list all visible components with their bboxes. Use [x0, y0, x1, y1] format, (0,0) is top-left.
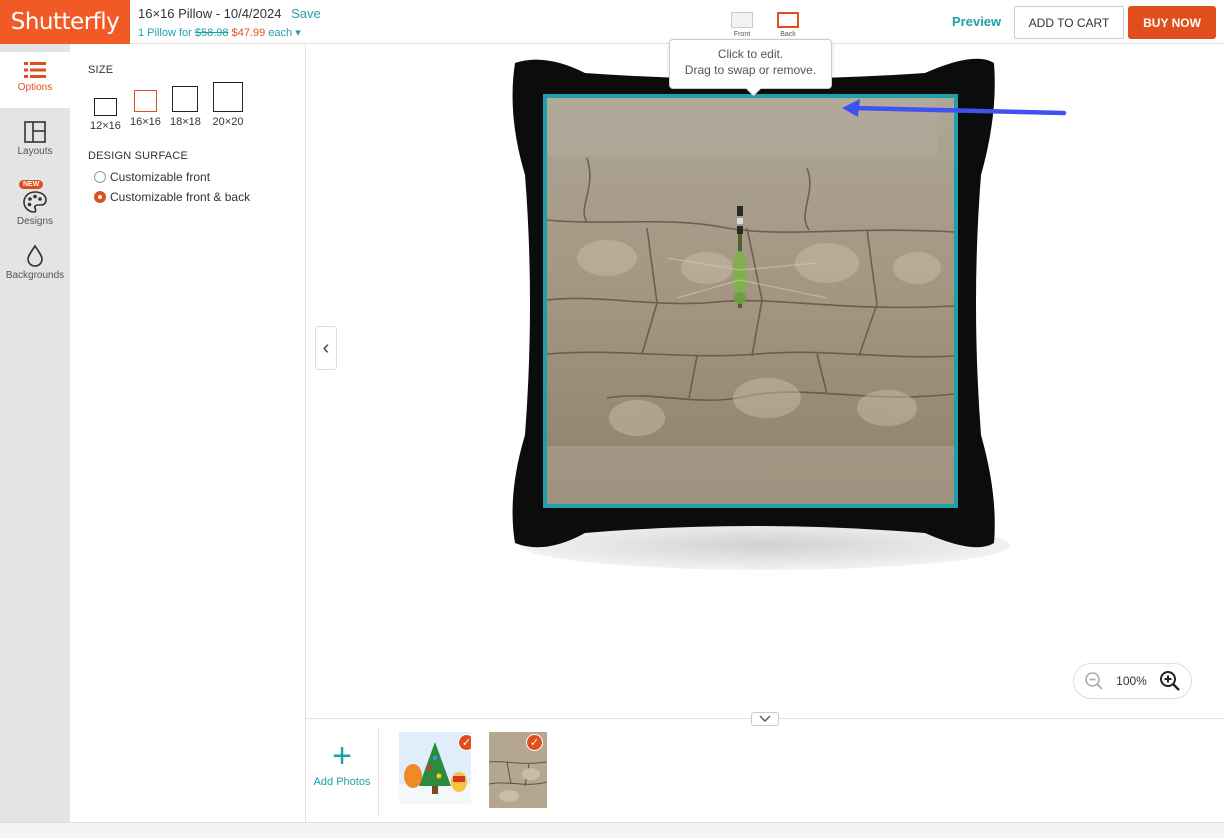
price-dropdown-icon[interactable]: ▾ [295, 27, 301, 39]
surface-label: Customizable front [110, 170, 211, 184]
zoom-in-icon[interactable] [1159, 670, 1181, 692]
zoom-control: 100% [1073, 663, 1192, 699]
size-option-20x20[interactable]: 20×20 [210, 82, 246, 128]
top-header: Shutterfly 16×16 Pillow - 10/4/2024 Save… [0, 0, 1224, 44]
size-swatch [93, 98, 117, 116]
back-label: Back [780, 31, 796, 38]
back-swatch [777, 12, 799, 28]
palette-icon [23, 191, 47, 213]
previous-page-button[interactable]: ‹ [315, 326, 337, 370]
rail-label-designs: Designs [16, 216, 54, 227]
tooltip-line-1: Click to edit. [717, 47, 784, 61]
front-swatch [731, 12, 753, 28]
photo-thumbnail[interactable]: ✓ [489, 732, 547, 808]
add-photos-button[interactable]: + Add Photos [306, 728, 379, 816]
size-swatch [172, 86, 198, 112]
project-title[interactable]: 16×16 Pillow - 10/4/2024 [138, 6, 281, 21]
size-option-12x16[interactable]: 12×16 [90, 94, 121, 132]
shutterfly-logo[interactable]: Shutterfly [0, 0, 130, 44]
list-icon [24, 62, 46, 78]
size-swatch [133, 90, 157, 112]
project-title-row: 16×16 Pillow - 10/4/2024 Save [138, 6, 321, 21]
front-side-toggle[interactable]: Front [722, 12, 762, 38]
price-qty: 1 Pillow for [138, 27, 192, 39]
radio-button-checked[interactable] [94, 191, 106, 203]
tooltip-line-2: Drag to swap or remove. [684, 63, 817, 77]
zoom-level: 100% [1116, 674, 1147, 688]
rail-label-backgrounds: Backgrounds [5, 270, 65, 281]
window-bottom-edge [0, 822, 1224, 838]
design-surface-heading: DESIGN SURFACE [88, 150, 188, 162]
size-label: 18×18 [170, 116, 201, 128]
rail-item-backgrounds[interactable]: Backgrounds [0, 244, 70, 290]
pillow-photo-slot[interactable] [543, 94, 958, 508]
rail-item-layouts[interactable]: Layouts [0, 120, 70, 164]
dragonfly-photo [547, 98, 954, 504]
annotation-arrow-icon [842, 99, 1067, 117]
save-link[interactable]: Save [291, 6, 321, 21]
add-to-cart-button[interactable]: ADD TO CART [1014, 6, 1124, 39]
price-old: $58.98 [194, 27, 229, 39]
surface-option-front-back[interactable]: Customizable front & back [94, 190, 250, 204]
options-panel: SIZE 12×16 16×16 18×18 20×20 DESIGN SURF… [70, 44, 306, 822]
surface-label: Customizable front & back [110, 190, 251, 204]
selected-check-icon: ✓ [458, 734, 471, 751]
radio-button[interactable] [94, 171, 106, 183]
tray-collapse-toggle[interactable] [751, 712, 779, 726]
left-tool-rail: Options Layouts NEW Designs Backgrounds [0, 44, 70, 822]
plus-icon: + [332, 737, 352, 775]
size-heading: SIZE [88, 64, 114, 76]
zoom-out-icon[interactable] [1084, 671, 1104, 691]
new-badge: NEW [19, 180, 44, 189]
chevron-down-icon [759, 715, 771, 722]
rail-item-designs[interactable]: NEW Designs [0, 180, 70, 234]
add-photos-label: Add Photos [313, 776, 371, 788]
size-option-16x16[interactable]: 16×16 [130, 90, 161, 128]
layout-icon [24, 121, 46, 143]
price-new: $47.99 [231, 27, 266, 39]
price-each: each [268, 27, 293, 39]
size-swatch [213, 82, 243, 112]
rail-label-options: Options [17, 82, 53, 93]
selected-check-icon: ✓ [526, 734, 543, 751]
photo-thumbnail[interactable]: ✓ [399, 732, 471, 804]
edit-tooltip: Click to edit. Drag to swap or remove. [669, 39, 832, 89]
rail-item-options[interactable]: Options [0, 52, 70, 108]
rail-label-layouts: Layouts [17, 146, 53, 157]
size-label: 12×16 [90, 120, 121, 132]
size-label: 20×20 [212, 116, 244, 128]
back-side-toggle[interactable]: Back [768, 12, 808, 38]
front-label: Front [733, 31, 751, 38]
surface-option-front[interactable]: Customizable front [94, 170, 210, 184]
chevron-left-icon: ‹ [322, 336, 330, 359]
price-summary[interactable]: 1 Pillow for $58.98 $47.99 each ▾ [138, 26, 301, 39]
drop-icon [27, 244, 43, 267]
size-option-18x18[interactable]: 18×18 [170, 86, 201, 128]
size-label: 16×16 [130, 116, 161, 128]
buy-now-button[interactable]: BUY NOW [1128, 6, 1216, 39]
preview-button[interactable]: Preview [952, 14, 1001, 29]
